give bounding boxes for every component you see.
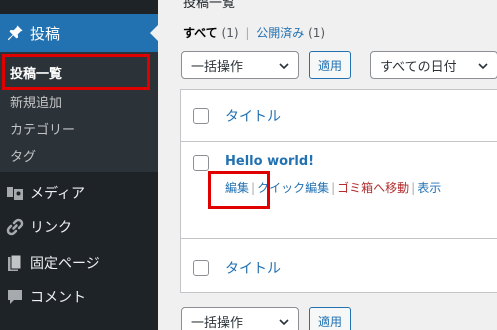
view-link[interactable]: 表示 <box>417 181 441 195</box>
page-title: 投稿一覧 <box>183 0 236 11</box>
pin-icon <box>0 24 30 42</box>
submenu-add-new[interactable]: 新規追加 <box>10 92 62 111</box>
menu-comments-label: コメント <box>30 290 86 306</box>
apply-button-bottom[interactable]: 適用 <box>309 307 351 330</box>
submenu-tags[interactable]: タグ <box>10 146 36 165</box>
menu-media-label: メディア <box>30 186 86 202</box>
bulk-action-value: 一括操作 <box>191 59 244 75</box>
link-icon <box>0 218 30 236</box>
trash-link[interactable]: ゴミ箱へ移動 <box>337 181 409 195</box>
main-content: 投稿一覧 すべて (1) | 公開済み (1) 一括操作 適用 すべての日付 タ… <box>158 0 497 330</box>
column-footer-title[interactable]: タイトル <box>225 258 281 278</box>
menu-posts[interactable]: 投稿 <box>0 14 158 52</box>
posts-table: タイトル Hello world! 編集 | クイック編集 | ゴミ箱へ移動 | 表示 タイ… <box>180 89 497 293</box>
filter-published[interactable]: 公開済み <box>256 26 304 40</box>
comment-icon <box>0 289 30 305</box>
highlight-box-edit <box>208 171 270 209</box>
post-title-link[interactable]: Hello world! <box>225 154 314 169</box>
menu-links[interactable]: リンク <box>0 211 158 243</box>
menu-posts-label: 投稿 <box>30 24 61 43</box>
admin-sidebar: 投稿 投稿一覧 新規追加 カテゴリー タグ メディア リンク 固定ページ コメン… <box>0 0 158 330</box>
status-filters: すべて (1) | 公開済み (1) <box>183 24 325 41</box>
select-all-checkbox-footer[interactable] <box>193 260 209 276</box>
chevron-down-icon <box>478 63 488 70</box>
chevron-down-icon <box>279 319 289 326</box>
filter-published-count: (1) <box>308 26 326 40</box>
row-separator <box>181 141 497 142</box>
date-filter-value: すべての日付 <box>380 59 457 75</box>
row-separator <box>181 238 497 239</box>
date-filter-select[interactable]: すべての日付 <box>370 51 497 79</box>
highlight-box-all-posts <box>2 54 150 90</box>
menu-pages[interactable]: 固定ページ <box>0 247 158 279</box>
menu-media[interactable]: メディア <box>0 177 158 209</box>
apply-button-top[interactable]: 適用 <box>309 51 351 79</box>
pages-icon <box>0 254 30 272</box>
menu-links-label: リンク <box>30 220 72 236</box>
filter-separator: | <box>245 26 250 40</box>
chevron-down-icon <box>279 63 289 70</box>
select-all-checkbox[interactable] <box>193 108 209 124</box>
bulk-action-value: 一括操作 <box>191 315 244 330</box>
submenu-categories[interactable]: カテゴリー <box>10 119 75 138</box>
filter-all-count: (1) <box>221 26 239 40</box>
bulk-action-select-bottom[interactable]: 一括操作 <box>181 307 299 330</box>
media-icon <box>0 185 30 201</box>
menu-comments[interactable]: コメント <box>0 281 158 313</box>
column-header-title[interactable]: タイトル <box>225 106 281 126</box>
menu-pages-label: 固定ページ <box>30 256 100 272</box>
filter-all[interactable]: すべて <box>183 26 218 40</box>
post-checkbox[interactable] <box>193 155 209 171</box>
current-caret <box>150 25 158 41</box>
bulk-action-select-top[interactable]: 一括操作 <box>181 51 299 79</box>
